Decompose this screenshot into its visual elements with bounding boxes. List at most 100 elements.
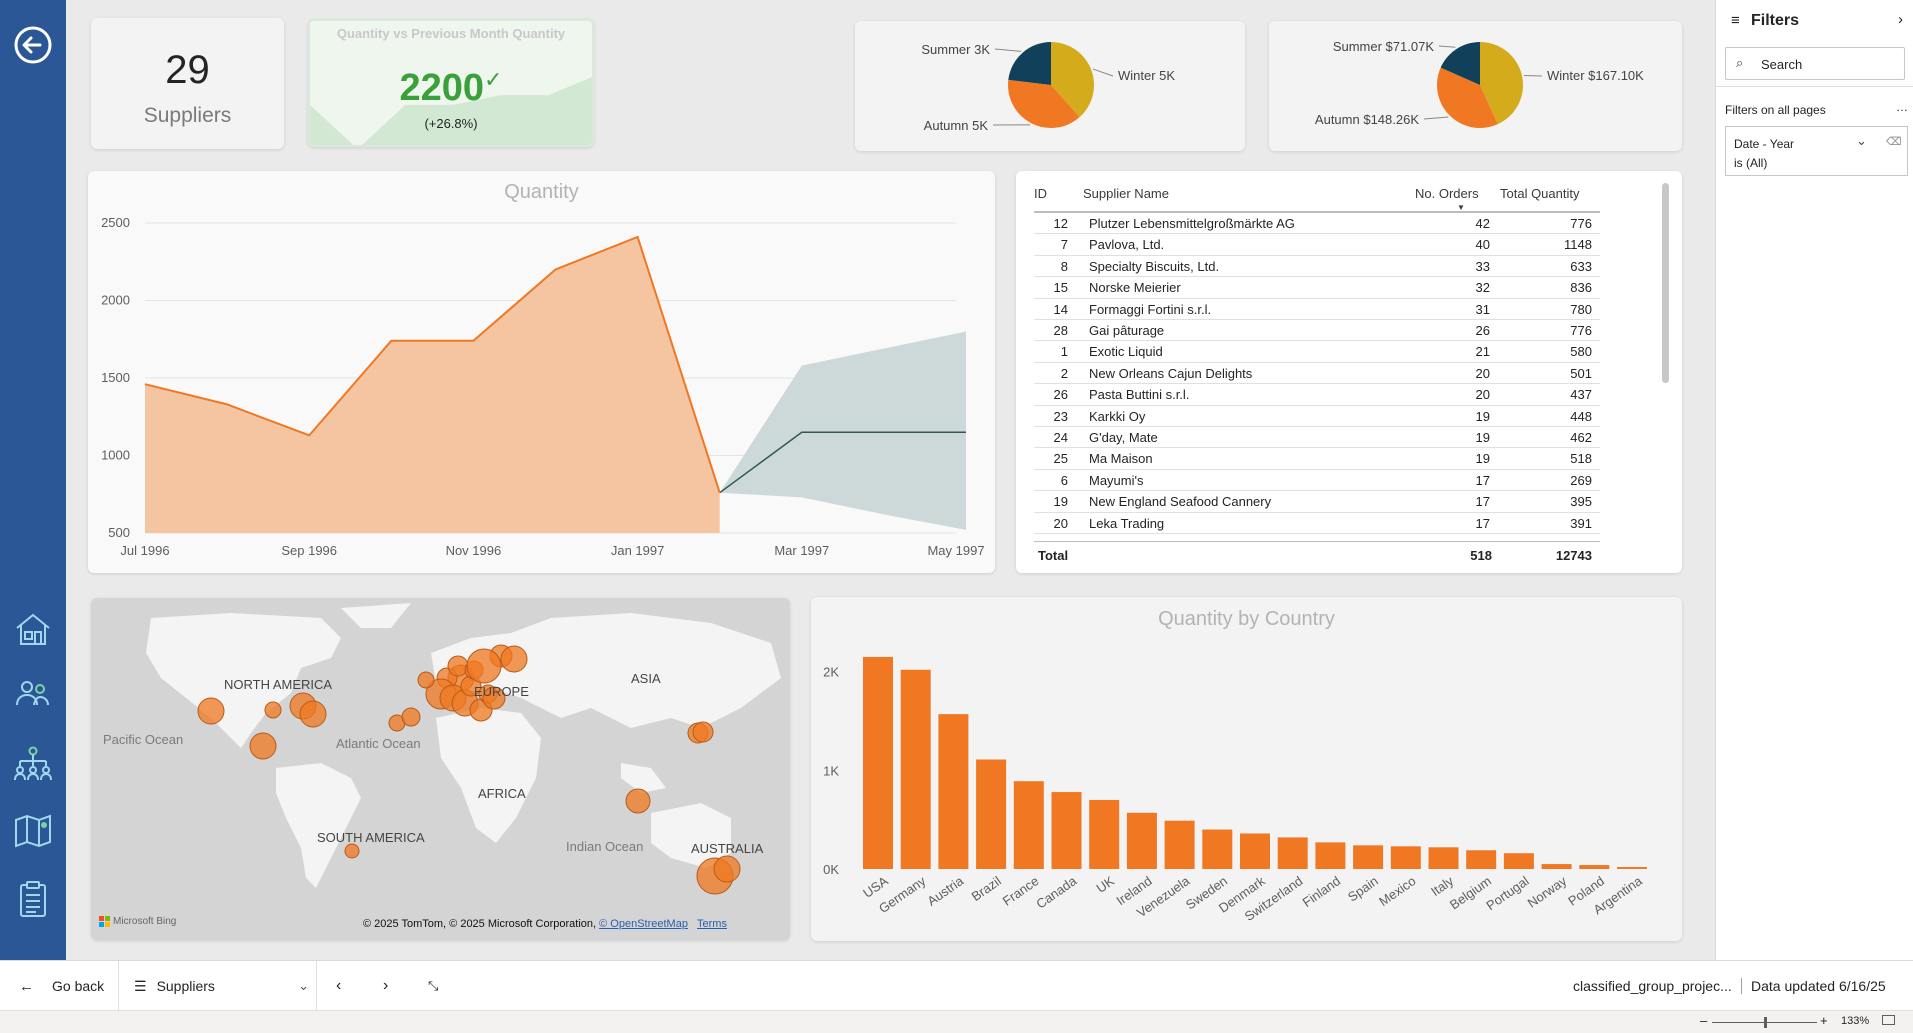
col-header-orders[interactable]: No. Orders bbox=[1415, 186, 1479, 201]
table-row[interactable]: 7 Pavlova, Ltd. 40 1148 bbox=[1034, 234, 1600, 256]
users-icon[interactable] bbox=[10, 671, 56, 717]
cell-name: Mayumi's bbox=[1089, 472, 1144, 488]
table-row[interactable]: 2 New Orleans Cajun Delights 20 501 bbox=[1034, 363, 1600, 385]
supplier-map-card[interactable]: NORTH AMERICA EUROPE ASIA AFRICA SOUTH A… bbox=[91, 598, 790, 940]
bar-argentina bbox=[1617, 867, 1647, 869]
table-row[interactable]: 26 Pasta Buttini s.r.l. 20 437 bbox=[1034, 384, 1600, 406]
page-selector[interactable]: ☰ Suppliers ⌄ bbox=[134, 961, 309, 1011]
filter-search-box[interactable]: ⌕ Search bbox=[1725, 47, 1905, 80]
table-row[interactable]: 25 Ma Maison 19 518 bbox=[1034, 448, 1600, 470]
table-row[interactable]: 1 Exotic Liquid 21 580 bbox=[1034, 341, 1600, 363]
supplier-bubble-map[interactable] bbox=[91, 598, 790, 940]
cell-orders: 42 bbox=[1475, 216, 1490, 231]
left-arrow-icon: ← bbox=[19, 977, 34, 995]
table-row[interactable]: 15 Norske Meierier 32 836 bbox=[1034, 277, 1600, 299]
cell-qty: 437 bbox=[1570, 387, 1592, 403]
bar-sweden bbox=[1202, 829, 1233, 869]
cell-name: Norske Meierier bbox=[1089, 280, 1181, 296]
quantity-kpi-card[interactable]: Quantity vs Previous Month Quantity 2200… bbox=[308, 19, 594, 147]
table-row[interactable]: 19 New England Seafood Cannery 17 395 bbox=[1034, 491, 1600, 513]
cell-orders: 17 bbox=[1475, 515, 1490, 531]
table-row[interactable]: 8 Specialty Biscuits, Ltd. 33 633 bbox=[1034, 256, 1600, 278]
org-chart-icon[interactable] bbox=[10, 741, 56, 787]
table-row[interactable]: 28 Gai pâturage 26 776 bbox=[1034, 320, 1600, 342]
eraser-icon[interactable]: ⌫ bbox=[1886, 135, 1902, 148]
suppliers-count: 29 bbox=[165, 48, 210, 92]
home-icon[interactable] bbox=[10, 606, 56, 652]
cell-qty: 269 bbox=[1570, 472, 1592, 488]
map-label-north-america: NORTH AMERICA bbox=[224, 677, 333, 692]
bar-switzerland bbox=[1277, 837, 1308, 869]
bing-logo: Microsoft Bing bbox=[99, 916, 176, 927]
season-quantity-pie-card[interactable]: Winter 5K Autumn 5K Summer 3K bbox=[855, 21, 1245, 151]
cell-name: Pavlova, Ltd. bbox=[1089, 237, 1165, 253]
cell-id: 8 bbox=[1060, 258, 1068, 274]
table-row[interactable]: 23 Karkki Oy 19 448 bbox=[1034, 406, 1600, 427]
cell-id: 19 bbox=[1053, 494, 1068, 510]
col-header-supplier-name[interactable]: Supplier Name bbox=[1083, 186, 1169, 201]
clipboard-icon[interactable] bbox=[10, 876, 56, 922]
fit-page-icon[interactable] bbox=[1882, 1015, 1895, 1025]
cell-orders: 19 bbox=[1475, 408, 1490, 424]
season-sales-pie-card[interactable]: Winter $167.10K Autumn $148.26K Summer $71… bbox=[1269, 21, 1682, 151]
y-tick-label: 2K bbox=[823, 665, 839, 680]
pie-label-autumn: Autumn 5K bbox=[924, 118, 989, 133]
zoom-out-icon[interactable]: – bbox=[1700, 1013, 1707, 1028]
supplier-table-card[interactable]: ID Supplier Name No. Orders ▼ Total Quan… bbox=[1016, 171, 1682, 573]
cell-qty: 391 bbox=[1570, 515, 1592, 531]
collapse-icon[interactable]: ⤡ bbox=[428, 961, 438, 1011]
cell-name: Ma Maison bbox=[1089, 451, 1153, 467]
cell-id: 26 bbox=[1053, 387, 1068, 403]
table-row[interactable]: 24 G'day, Mate 19 462 bbox=[1034, 427, 1600, 449]
cell-id: 15 bbox=[1053, 280, 1068, 296]
quantity-by-country-card[interactable]: Quantity by Country 2K 1K 0K USA Germany Aust… bbox=[811, 597, 1682, 941]
table-row[interactable]: 20 Leka Trading 17 391 bbox=[1034, 513, 1600, 534]
bar-uk bbox=[1089, 799, 1120, 869]
cell-id: 28 bbox=[1053, 323, 1068, 338]
col-header-id[interactable]: ID bbox=[1034, 186, 1047, 201]
cell-orders: 20 bbox=[1475, 387, 1490, 403]
pie-leader-line bbox=[1438, 45, 1456, 48]
go-back-label: Go back bbox=[52, 978, 105, 994]
go-back-button[interactable]: ← Go back bbox=[19, 961, 104, 1011]
map-label-europe: EUROPE bbox=[474, 684, 529, 699]
col-header-total-quantity[interactable]: Total Quantity bbox=[1500, 186, 1580, 201]
file-name: classified_group_projec... bbox=[1573, 978, 1732, 994]
table-scrollbar[interactable] bbox=[1662, 183, 1669, 383]
cell-id: 25 bbox=[1053, 451, 1068, 467]
terms-link[interactable]: Terms bbox=[697, 918, 727, 930]
zoom-in-icon[interactable]: + bbox=[1820, 1013, 1828, 1028]
osm-link[interactable]: © OpenStreetMap bbox=[599, 918, 688, 930]
kpi-value: 2200 bbox=[399, 67, 485, 109]
previous-page-icon[interactable]: ‹ bbox=[336, 961, 341, 1011]
total-divider bbox=[1034, 541, 1600, 542]
cell-name: Karkki Oy bbox=[1089, 408, 1146, 424]
map-label-australia: AUSTRALIA bbox=[691, 841, 764, 856]
bar-brazil bbox=[976, 759, 1007, 869]
table-row[interactable]: 6 Mayumi's 17 269 bbox=[1034, 470, 1600, 492]
back-arrow-icon[interactable] bbox=[10, 22, 56, 68]
zoom-level: 133% bbox=[1841, 1015, 1870, 1027]
kpi-title: Quantity vs Previous Month Quantity bbox=[336, 26, 566, 41]
supplier-bubble bbox=[625, 788, 651, 814]
chevron-down-icon[interactable]: ⌄ bbox=[1856, 133, 1867, 149]
section-more-icon[interactable]: … bbox=[1896, 100, 1908, 114]
cell-qty: 836 bbox=[1570, 280, 1592, 296]
date-year-filter-card[interactable]: Date - Year is (All) ⌄ ⌫ bbox=[1725, 126, 1908, 176]
supplier-bubble bbox=[344, 843, 360, 859]
collapse-pane-icon[interactable]: › bbox=[1898, 11, 1903, 28]
y-tick-label: 1K bbox=[823, 763, 839, 778]
table-row[interactable]: 12 Plutzer Lebensmittelgroßmärkte AG 42 776 bbox=[1034, 213, 1600, 235]
next-page-icon[interactable]: › bbox=[383, 961, 388, 1011]
filter-card-title: Date - Year bbox=[1734, 137, 1795, 151]
zoom-slider-thumb[interactable] bbox=[1764, 1017, 1767, 1028]
cell-orders: 31 bbox=[1475, 301, 1490, 317]
suppliers-kpi-card[interactable]: 29 Suppliers bbox=[91, 18, 284, 149]
map-icon[interactable] bbox=[10, 808, 56, 854]
quantity-area-chart-card[interactable]: Quantity 2500 2000 1500 1000 500 Jul 1996 Sep … bbox=[88, 171, 995, 573]
zoom-slider[interactable] bbox=[1712, 1017, 1817, 1028]
footer-divider-3 bbox=[1741, 978, 1742, 994]
cell-name: Formaggi Fortini s.r.l. bbox=[1089, 301, 1212, 317]
cell-id: 20 bbox=[1053, 515, 1068, 531]
table-row[interactable]: 14 Formaggi Fortini s.r.l. 31 780 bbox=[1034, 299, 1600, 320]
